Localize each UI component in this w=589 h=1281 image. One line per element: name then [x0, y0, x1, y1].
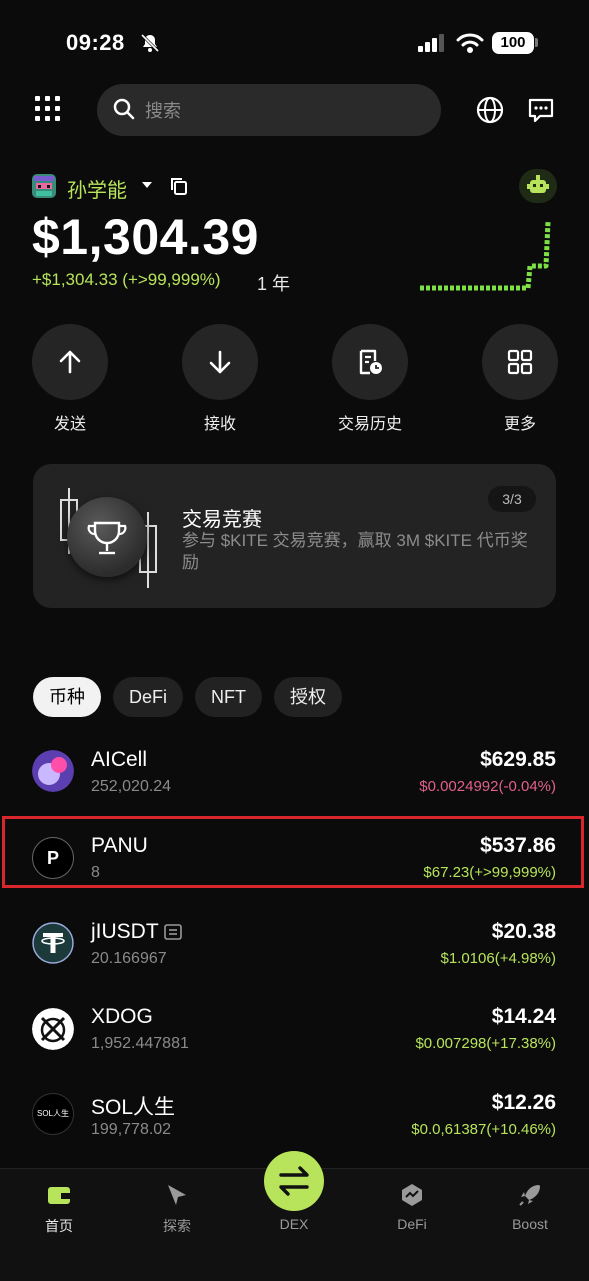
token-amount: 1,952.447881 [91, 1035, 189, 1052]
token-change: $0.0024992(-0.04%) [419, 778, 556, 795]
wallet-icon[interactable] [46, 1182, 72, 1208]
token-value: $20.38 [491, 920, 556, 943]
tab-tokens[interactable]: 币种 [33, 677, 101, 717]
contract-tag-icon [164, 924, 182, 940]
tab-nft[interactable]: NFT [195, 677, 262, 717]
receive-button[interactable] [182, 324, 258, 400]
arrow-up-icon [59, 350, 81, 374]
swap-icon [279, 1166, 309, 1196]
wallet-avatar[interactable] [32, 174, 56, 198]
xdog-token-icon [32, 1008, 74, 1050]
token-amount: 8 [91, 864, 100, 881]
wifi-icon [456, 33, 484, 53]
token-name: jIUSDT [91, 920, 159, 943]
balance-change: +$1,304.33 (+>99,999%) [32, 270, 221, 289]
token-change: $0.007298(+17.38%) [415, 1035, 556, 1052]
nav-label-home: 首页 [45, 1218, 73, 1234]
token-name: PANU [91, 834, 148, 857]
history-button[interactable] [332, 324, 408, 400]
token-value: $12.26 [491, 1091, 556, 1114]
signal-icon [418, 34, 444, 52]
tab-defi[interactable]: DeFi [113, 677, 183, 717]
chat-icon[interactable] [527, 96, 555, 124]
token-name: SOL人生 [91, 1096, 176, 1119]
dex-button[interactable] [264, 1151, 324, 1211]
rocket-icon[interactable] [517, 1182, 543, 1208]
trophy-badge [67, 497, 147, 577]
status-time: 09:28 [66, 30, 125, 55]
total-balance: $1,304.39 [32, 209, 259, 265]
send-button[interactable] [32, 324, 108, 400]
nav-label-explore: 探索 [163, 1218, 191, 1234]
more-label: 更多 [503, 416, 536, 433]
tab-approvals[interactable]: 授权 [274, 677, 342, 717]
token-value: $537.86 [480, 834, 556, 857]
receive-label: 接收 [203, 416, 236, 433]
nav-label-defi: DeFi [397, 1216, 427, 1232]
token-amount: 252,020.24 [91, 778, 172, 795]
history-icon [359, 349, 382, 375]
grid-icon [507, 349, 533, 375]
banner-page-indicator: 3/3 [488, 486, 536, 512]
trophy-icon [87, 521, 127, 555]
sol-token-icon: SOL人生 [32, 1093, 74, 1135]
token-name: XDOG [91, 1005, 153, 1028]
bell-muted-icon [140, 33, 160, 53]
token-name: AICell [91, 748, 148, 771]
panu-token-icon: P [32, 837, 74, 879]
copy-icon[interactable] [170, 177, 188, 195]
token-value: $629.85 [480, 748, 556, 771]
history-label: 交易历史 [337, 416, 402, 433]
token-amount: 199,778.02 [91, 1121, 172, 1138]
robot-icon [527, 175, 549, 193]
more-button[interactable] [482, 324, 558, 400]
nav-label-dex: DEX [279, 1216, 309, 1232]
token-amount: 20.166967 [91, 950, 167, 967]
battery-tip [535, 38, 538, 47]
banner-title: 交易竞赛 [182, 509, 262, 531]
defi-icon[interactable] [399, 1182, 425, 1208]
token-change: $0.0,61387(+10.46%) [411, 1121, 556, 1138]
globe-icon[interactable] [476, 96, 504, 124]
search-placeholder: 搜索 [145, 101, 181, 121]
bot-button[interactable] [519, 169, 557, 203]
search-icon [113, 98, 135, 120]
banner-description: 参与 $KITE 交易竞赛，赢取 3M $KITE 代币奖励 [182, 531, 528, 572]
wallet-name[interactable]: 孙学能 [67, 174, 127, 203]
arrow-down-icon [209, 350, 231, 374]
nav-label-boost: Boost [512, 1216, 548, 1232]
grid-menu-icon[interactable] [34, 95, 62, 123]
token-change: $1.0106(+4.98%) [440, 950, 556, 967]
aicell-token-icon [32, 750, 74, 792]
send-label: 发送 [53, 416, 86, 433]
token-change: $67.23(+>99,999%) [423, 864, 556, 881]
token-value: $14.24 [491, 1005, 556, 1028]
period-selector[interactable]: 1 年 [257, 270, 290, 296]
balance-sparkline [420, 221, 551, 291]
chevron-down-icon[interactable] [141, 180, 153, 190]
compass-icon[interactable] [164, 1182, 190, 1208]
battery-indicator: 100 [492, 32, 534, 54]
tether-token-icon [32, 922, 74, 964]
